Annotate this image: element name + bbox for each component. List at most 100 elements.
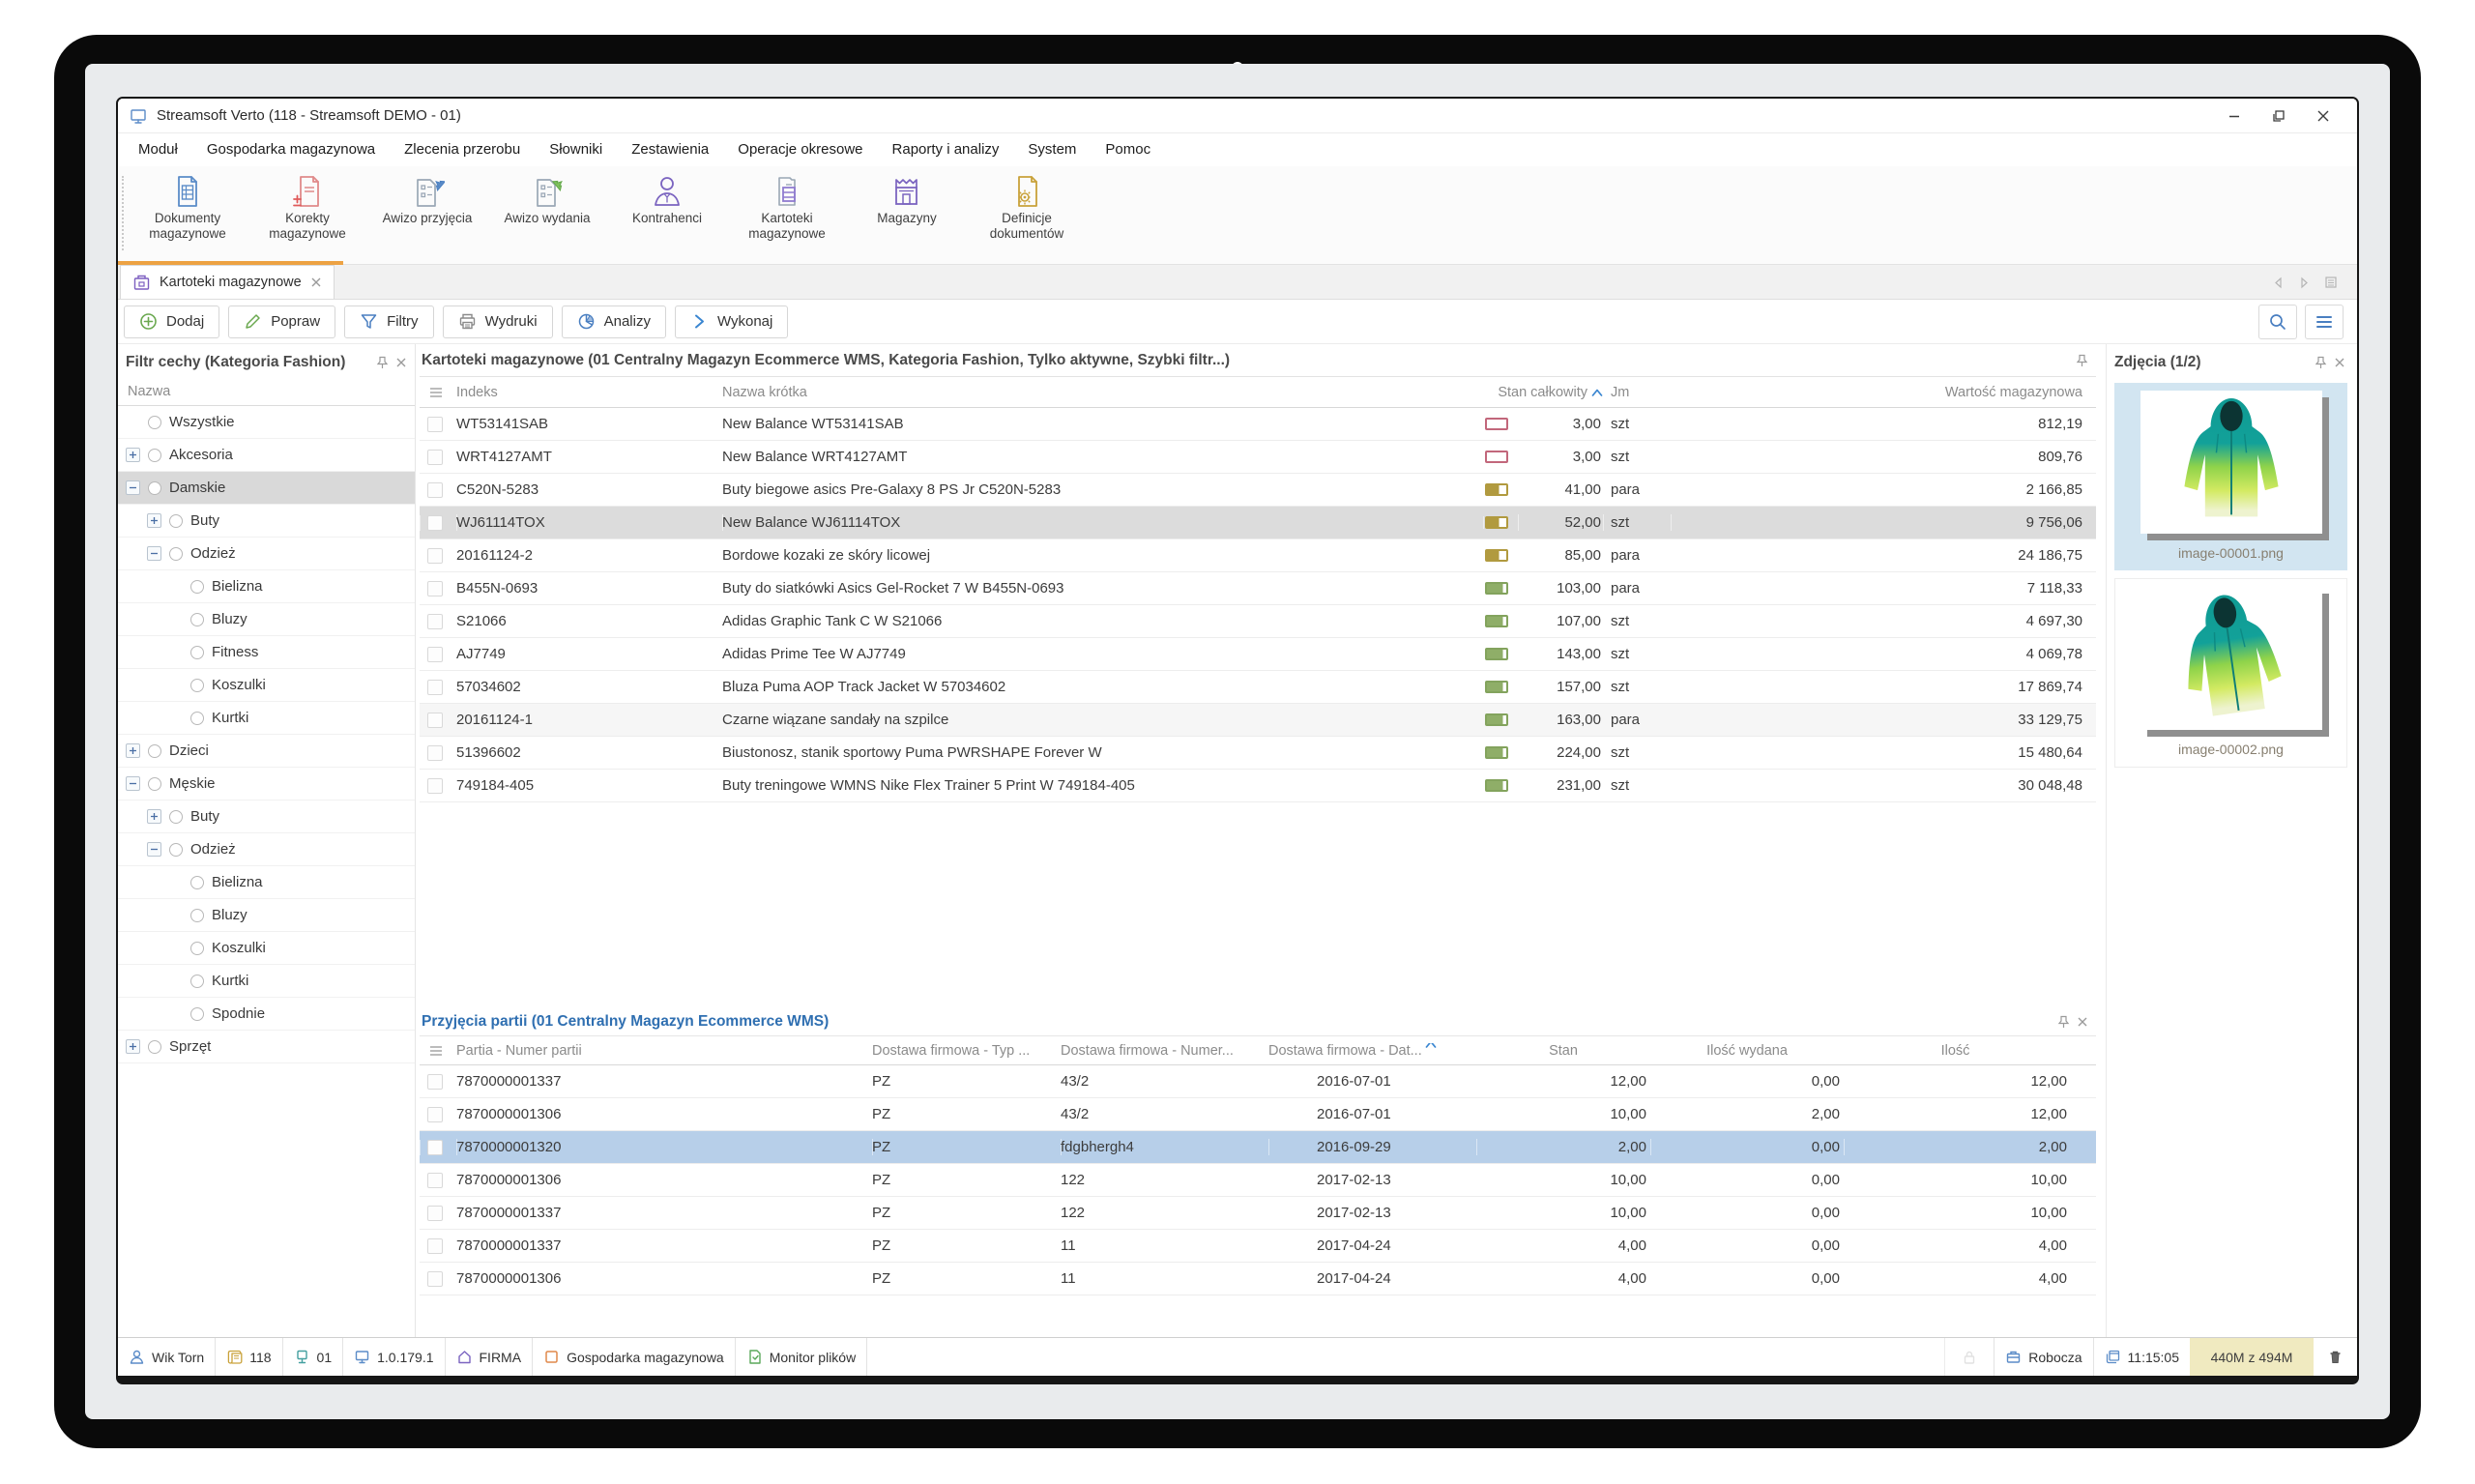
table-row[interactable]: 20161124-1Czarne wiązane sandały na szpi… (420, 704, 2096, 737)
close-button[interactable] (2301, 102, 2345, 131)
tree-radio[interactable] (148, 744, 161, 758)
toolbar-item-korekty-magazynowe[interactable]: Korektymagazynowe (248, 174, 367, 242)
row-checkbox[interactable] (427, 1238, 443, 1254)
tree-radio[interactable] (190, 975, 204, 988)
menu-item-system[interactable]: System (1013, 133, 1091, 166)
menu-item-zlecenia-przerobu[interactable]: Zlecenia przerobu (390, 133, 535, 166)
garbage-collect-button[interactable] (2314, 1338, 2357, 1376)
toolbar-item-awizo-wydania[interactable]: Awizo wydania (487, 174, 607, 226)
row-checkbox[interactable] (427, 1173, 443, 1188)
pin-icon[interactable] (376, 356, 389, 369)
column-header-jm[interactable]: Jm (1603, 385, 1671, 400)
status-item-firma[interactable]: FIRMA (446, 1338, 534, 1376)
tree-radio[interactable] (169, 547, 183, 561)
status-item-1-0-179-1[interactable]: 1.0.179.1 (343, 1338, 445, 1376)
tree-radio[interactable] (148, 416, 161, 429)
tab-close-icon[interactable] (310, 276, 322, 288)
row-checkbox[interactable] (427, 1271, 443, 1287)
row-checkbox[interactable] (427, 745, 443, 761)
popraw-button[interactable]: Popraw (228, 306, 335, 338)
column-chooser-icon[interactable] (429, 387, 443, 398)
row-checkbox[interactable] (427, 647, 443, 662)
menu-item-pomoc[interactable]: Pomoc (1091, 133, 1165, 166)
wykonaj-button[interactable]: Wykonaj (675, 306, 788, 338)
batch-row[interactable]: 7870000001337PZ43/22016-07-0112,000,0012… (420, 1065, 2096, 1098)
tree-radio[interactable] (148, 449, 161, 462)
tree-radio[interactable] (169, 514, 183, 528)
row-checkbox[interactable] (427, 778, 443, 794)
column-header-dostawa-data[interactable]: Dostawa firmowa - Dat... (1268, 1043, 1476, 1059)
memory-usage-badge[interactable]: 440M z 494M (2190, 1338, 2314, 1376)
tree-radio[interactable] (169, 810, 183, 824)
tree-item-kurtki[interactable]: Kurtki (118, 702, 415, 735)
tree-item-sprz-t[interactable]: Sprzęt (118, 1031, 415, 1063)
pin-icon[interactable] (2076, 354, 2088, 367)
table-row[interactable]: AJ7749Adidas Prime Tee W AJ7749143,00szt… (420, 638, 2096, 671)
toolbar-item-kontrahenci[interactable]: Kontrahenci (607, 174, 727, 226)
menu-item-s-owniki[interactable]: Słowniki (535, 133, 617, 166)
column-header-stan-calkowity[interactable]: Stan całkowity (1483, 385, 1603, 400)
tree-radio[interactable] (148, 481, 161, 495)
batch-row[interactable]: 7870000001306PZ1222017-02-1310,000,0010,… (420, 1164, 2096, 1197)
column-header-dostawa-numer[interactable]: Dostawa firmowa - Numer... (1061, 1043, 1268, 1059)
column-header-nazwa-krotka[interactable]: Nazwa krótka (722, 385, 1483, 400)
tree-radio[interactable] (190, 909, 204, 922)
tree-item-koszulki[interactable]: Koszulki (118, 669, 415, 702)
status-item-118[interactable]: 118 (216, 1338, 282, 1376)
row-checkbox[interactable] (427, 713, 443, 728)
status-item-gospodarka-magazynowa[interactable]: Gospodarka magazynowa (533, 1338, 736, 1376)
row-checkbox[interactable] (427, 614, 443, 629)
row-checkbox[interactable] (427, 1206, 443, 1221)
tree-item-wszystkie[interactable]: Wszystkie (118, 406, 415, 439)
tree-item-fitness[interactable]: Fitness (118, 636, 415, 669)
row-checkbox[interactable] (427, 680, 443, 695)
tree-item-odzie[interactable]: Odzież (118, 833, 415, 866)
tree-item-odzie[interactable]: Odzież (118, 538, 415, 570)
batch-row[interactable]: 7870000001306PZ112017-04-244,000,004,00 (420, 1263, 2096, 1295)
tree-item-dzieci[interactable]: Dzieci (118, 735, 415, 768)
toolbar-item-dokumenty-magazynowe[interactable]: Dokumentymagazynowe (128, 174, 248, 242)
batch-row[interactable]: 7870000001337PZ1222017-02-1310,000,0010,… (420, 1197, 2096, 1230)
tab-kartoteki-magazynowe[interactable]: Kartoteki magazynowe (120, 265, 335, 299)
tree-radio[interactable] (190, 712, 204, 725)
menu-item-gospodarka-magazynowa[interactable]: Gospodarka magazynowa (192, 133, 390, 166)
table-row[interactable]: 20161124-2Bordowe kozaki ze skóry licowe… (420, 539, 2096, 572)
row-checkbox[interactable] (427, 482, 443, 498)
column-header-dostawa-typ[interactable]: Dostawa firmowa - Typ ... (872, 1043, 1061, 1059)
row-checkbox[interactable] (427, 548, 443, 564)
row-checkbox[interactable] (427, 450, 443, 465)
wydruki-button[interactable]: Wydruki (443, 306, 553, 338)
filtry-button[interactable]: Filtry (344, 306, 434, 338)
tree-radio[interactable] (148, 1040, 161, 1054)
minimize-button[interactable] (2212, 102, 2257, 131)
close-panel-icon[interactable] (395, 357, 407, 368)
menu-item-modu[interactable]: Moduł (124, 133, 192, 166)
status-item-monitor-plik-w[interactable]: Monitor plików (736, 1338, 867, 1376)
tree-item-bluzy[interactable]: Bluzy (118, 899, 415, 932)
tree-item-kurtki[interactable]: Kurtki (118, 965, 415, 998)
batch-row[interactable]: 7870000001306PZ43/22016-07-0110,002,0012… (420, 1098, 2096, 1131)
maximize-button[interactable] (2257, 102, 2301, 131)
tree-item-m-skie[interactable]: Męskie (118, 768, 415, 800)
tab-scroll-right-icon[interactable] (2298, 276, 2311, 289)
table-row[interactable]: 749184-405Buty treningowe WMNS Nike Flex… (420, 770, 2096, 802)
column-header-ilosc-wydana[interactable]: Ilość wydana (1650, 1043, 1844, 1059)
tree-radio[interactable] (148, 777, 161, 791)
row-checkbox[interactable] (427, 1074, 443, 1090)
tree-radio[interactable] (190, 1007, 204, 1021)
column-header-partia[interactable]: Partia - Numer partii (456, 1043, 872, 1059)
row-checkbox[interactable] (427, 581, 443, 597)
tree-radio[interactable] (190, 679, 204, 692)
tree-radio[interactable] (190, 876, 204, 889)
analizy-button[interactable]: Analizy (562, 306, 666, 338)
batch-row[interactable]: 7870000001320PZfdgbhergh42016-09-292,000… (420, 1131, 2096, 1164)
status-item-11-15-05[interactable]: 11:15:05 (2093, 1338, 2190, 1376)
table-row[interactable]: 57034602Bluza Puma AOP Track Jacket W 57… (420, 671, 2096, 704)
search-button[interactable] (2258, 305, 2297, 339)
menu-item-operacje-okresowe[interactable]: Operacje okresowe (723, 133, 877, 166)
tree-radio[interactable] (190, 613, 204, 626)
table-row[interactable]: WRT4127AMTNew Balance WRT4127AMT3,00szt8… (420, 441, 2096, 474)
tree-item-buty[interactable]: Buty (118, 800, 415, 833)
tree-item-bluzy[interactable]: Bluzy (118, 603, 415, 636)
table-row[interactable]: S21066Adidas Graphic Tank C W S21066107,… (420, 605, 2096, 638)
